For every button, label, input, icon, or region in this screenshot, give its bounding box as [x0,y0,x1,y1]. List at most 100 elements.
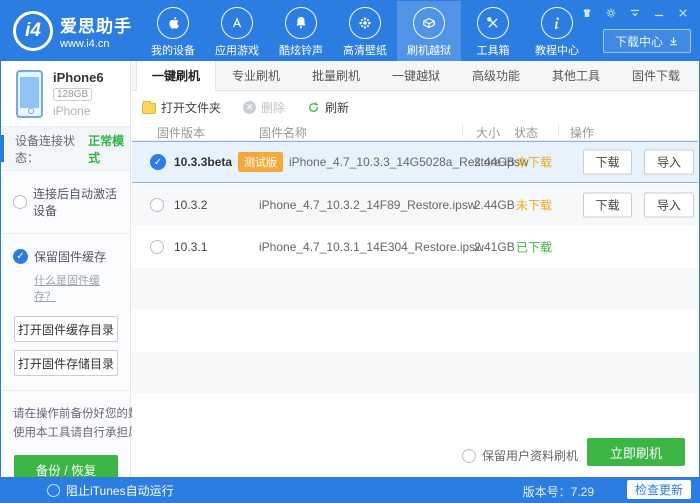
menu-dropdown-icon[interactable] [628,6,641,19]
i4-logo-icon: i4 [13,11,53,51]
app-url: www.i4.cn [60,38,110,50]
radio-unchecked-icon[interactable] [47,484,60,497]
nav-label: 我的设备 [151,45,195,57]
check-update-button[interactable]: 检查更新 [627,480,691,499]
download-firmware-button[interactable]: 下载 [583,192,632,218]
header-divider [462,124,463,136]
download-center-button[interactable]: 下载中心 [603,29,691,53]
close-icon[interactable] [676,6,689,19]
firmware-status: 已下载 [516,240,553,255]
block-itunes-option[interactable]: 阻止iTunes自动运行 [47,482,174,499]
radio-unchecked-icon[interactable] [462,448,476,463]
nav-item-toolbox[interactable]: 工具箱 [461,1,525,61]
download-center-label: 下载中心 [614,34,663,49]
apple-icon [157,7,189,39]
flash-now-button[interactable]: 立即刷机 [587,438,685,466]
radio-unchecked-icon[interactable] [13,195,27,209]
nav-item-wallpapers[interactable]: 高清壁纸 [333,1,397,61]
header-divider [558,124,559,136]
table-header: 固件版本 固件名称 大小 状态 操作 [132,123,698,141]
firmware-filename: iPhone_4.7_10.3.1_14E304_Restore.ipsw [259,240,484,254]
empty-row-stripe [132,268,698,310]
minimize-icon[interactable] [652,6,665,19]
main-panel: 一键刷机 专业刷机 批量刷机 一键越狱 高级功能 其他工具 固件下载 打开文件夹… [132,61,698,477]
firmware-version: 10.3.3beta [174,155,233,169]
tab-other-tools[interactable]: 其他工具 [536,61,616,91]
keep-user-data-option[interactable]: 保留用户资料刷机 [462,447,578,464]
auto-activate-label: 连接后自动激活设备 [33,187,118,218]
keep-cache-label: 保留固件缓存 [34,250,107,264]
top-nav: 我的设备 应用游戏 酷炫铃声 高清壁纸 刷机越狱 工具箱 教程中心 [141,1,589,61]
iphone-icon [16,70,43,118]
col-version: 固件版本 [157,126,206,140]
nav-item-my-devices[interactable]: 我的设备 [141,1,205,61]
col-status: 状态 [514,126,539,140]
import-firmware-button[interactable]: 导入 [644,192,694,218]
checkbox-checked-icon[interactable]: ✓ [13,249,28,264]
empty-row-stripe [132,310,698,352]
download-firmware-button[interactable]: 下载 [583,149,632,175]
firmware-version: 10.3.1 [174,240,208,254]
keep-user-data-label: 保留用户资料刷机 [482,449,579,463]
nav-label: 刷机越狱 [407,45,451,57]
wallpaper-icon [349,7,381,39]
connection-status-value: 正常模式 [88,133,125,165]
firmware-row-10-3-2[interactable]: 10.3.2 iPhone_4.7_10.3.2_14F89_Restore.i… [132,184,698,226]
tab-advanced[interactable]: 高级功能 [456,61,536,91]
tutorial-info-icon [541,7,573,39]
tab-pro-flash[interactable]: 专业刷机 [216,61,296,91]
col-name: 固件名称 [259,126,308,140]
cache-help-link[interactable]: 什么是固件缓存？ [34,272,118,304]
firmware-status: 未下载 [516,155,553,170]
nav-item-apps-games[interactable]: 应用游戏 [205,1,269,61]
open-folder-button[interactable]: 打开文件夹 [142,99,221,116]
device-name: iPhone6 [53,70,104,85]
version-label: 版本号：7.29 [522,485,594,499]
refresh-label: 刷新 [325,100,350,115]
nav-label: 应用游戏 [215,45,259,57]
firmware-row-10-3-3beta[interactable]: ✓ 10.3.3beta 测试版 iPhone_4.7_10.3.3_14G50… [132,141,698,183]
delete-label: 删除 [261,100,286,115]
block-itunes-label: 阻止iTunes自动运行 [66,484,174,498]
toolbox-wrench-icon [477,7,509,39]
keep-cache-option[interactable]: ✓ 保留固件缓存 [13,248,118,265]
logo-badge-text: i4 [25,20,41,41]
flash-action-bar: 保留用户资料刷机 立即刷机 [132,433,698,477]
device-card[interactable]: iPhone6 128GB iPhone [1,61,130,127]
nav-label: 高清壁纸 [343,45,387,57]
beta-badge: 测试版 [238,152,283,172]
auto-activate-option[interactable]: 连接后自动激活设备 [13,185,118,219]
nav-item-ringtones[interactable]: 酷炫铃声 [269,1,333,61]
tab-firmware-download[interactable]: 固件下载 [616,61,696,91]
folder-icon [142,100,156,114]
delete-button[interactable]: ✕ 删除 [243,99,285,116]
backup-warning-line2: 使用本工具请自行承担风险 [13,427,151,439]
tab-batch-flash[interactable]: 批量刷机 [296,61,376,91]
device-model: iPhone [53,104,91,118]
settings-gear-icon[interactable] [604,6,617,19]
row-radio-icon[interactable] [150,240,164,254]
col-action: 操作 [570,126,595,140]
selected-check-icon[interactable]: ✓ [150,154,166,170]
nav-label: 酷炫铃声 [279,45,323,57]
app-window: i4 爱思助手 www.i4.cn 我的设备 应用游戏 酷炫铃声 高清壁纸 刷机… [0,0,700,503]
status-bar: 阻止iTunes自动运行 版本号：7.29 检查更新 [1,477,699,502]
refresh-button[interactable]: 刷新 [307,99,349,116]
connection-status-label: 设备连接状态： [15,133,76,165]
backup-warning-line1: 请在操作前备份好您的数据 [13,408,151,420]
nav-item-flash-jailbreak[interactable]: 刷机越狱 [397,1,461,61]
row-radio-icon[interactable] [150,198,164,212]
blue-accent-bar [1,135,4,162]
firmware-version: 10.3.2 [174,198,208,212]
firmware-size: 2.44GB [474,198,515,212]
firmware-row-10-3-1[interactable]: 10.3.1 iPhone_4.7_10.3.1_14E304_Restore.… [132,226,698,268]
import-firmware-button[interactable]: 导入 [644,149,694,175]
theme-skin-icon[interactable] [580,6,593,19]
tab-one-key-flash[interactable]: 一键刷机 [136,61,216,91]
tab-one-key-jailbreak[interactable]: 一键越狱 [376,61,456,91]
device-capacity-badge: 128GB [53,88,93,101]
open-cache-dir-button[interactable]: 打开固件缓存目录 [14,316,118,342]
firmware-size: 2.41GB [474,240,515,254]
open-storage-dir-button[interactable]: 打开固件存储目录 [14,350,118,376]
app-logo: i4 爱思助手 www.i4.cn [13,11,132,51]
